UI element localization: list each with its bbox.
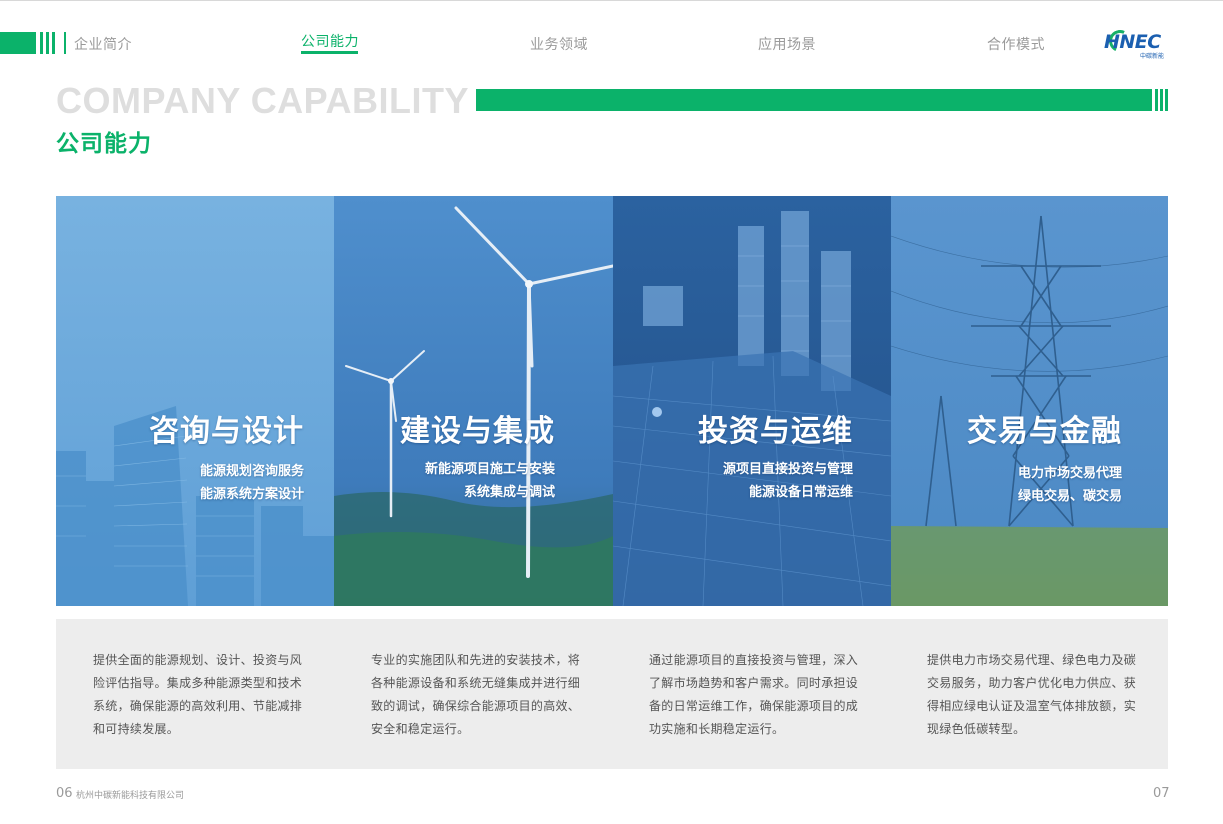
nav-item-company-intro[interactable]: 企业简介 xyxy=(74,34,132,54)
panel-subtitle-line: 源项目直接投资与管理 xyxy=(722,462,853,477)
capability-panel-consulting: 咨询与设计 能源规划咨询服务 能源系统方案设计 xyxy=(56,196,334,606)
nav-item-business-areas[interactable]: 业务领域 xyxy=(530,34,588,54)
page-number-right: 07 xyxy=(1153,786,1170,801)
footer-company-name: 杭州中碳新能科技有限公司 xyxy=(76,791,185,801)
panel-title: 交易与金融 xyxy=(967,414,1122,449)
nav-accent-stripe xyxy=(52,32,55,54)
panel-subtitle-line: 能源规划咨询服务 xyxy=(199,464,304,479)
top-divider xyxy=(0,0,1223,1)
nav-active-underline xyxy=(301,51,358,54)
wind-turbine-image xyxy=(334,196,613,606)
panel-subtitle-lines: 能源规划咨询服务 能源系统方案设计 xyxy=(200,460,304,506)
panel-title: 投资与运维 xyxy=(698,414,853,449)
solar-city-image xyxy=(613,196,891,606)
panel-title: 咨询与设计 xyxy=(149,414,304,449)
nav-item-cooperation-mode[interactable]: 合作模式 xyxy=(987,34,1045,54)
city-buildings-image xyxy=(56,196,334,606)
panel-subtitle-line: 系统集成与调试 xyxy=(463,485,555,500)
page-number-left: 06 xyxy=(56,786,73,801)
panel-subtitle-line: 新能源项目施工与安装 xyxy=(424,462,555,477)
logo-text: HNEC xyxy=(1104,31,1161,53)
heading-accent-stripe xyxy=(1165,89,1168,111)
panel-description: 通过能源项目的直接投资与管理，深入了解市场趋势和客户需求。同时承担设备的日常运维… xyxy=(649,653,859,736)
panel-subtitle-line: 电力市场交易代理 xyxy=(1017,466,1122,481)
nav-accent-stripe xyxy=(40,32,43,54)
panel-description: 提供电力市场交易代理、绿色电力及碳交易服务，助力客户优化电力供应、获得相应绿电认… xyxy=(927,653,1137,736)
capability-panel-trading: 交易与金融 电力市场交易代理 绿电交易、碳交易 xyxy=(891,196,1168,606)
heading-accent-bar xyxy=(476,89,1152,111)
capability-panel-construction: 建设与集成 新能源项目施工与安装 系统集成与调试 xyxy=(334,196,613,606)
power-tower-image xyxy=(891,196,1168,606)
heading-accent-stripe xyxy=(1160,89,1163,111)
panel-subtitle-lines: 源项目直接投资与管理 能源设备日常运维 xyxy=(723,458,853,504)
nav-item-application-scenarios[interactable]: 应用场景 xyxy=(758,34,816,54)
panel-subtitle-line: 能源系统方案设计 xyxy=(199,487,304,502)
panel-title: 建设与集成 xyxy=(400,414,555,449)
nav-accent-stripe xyxy=(46,32,49,54)
panel-description: 提供全面的能源规划、设计、投资与风险评估指导。集成多种能源类型和技术系统，确保能… xyxy=(93,653,303,736)
logo-subtitle: 中碳新能 xyxy=(1140,53,1165,60)
heading-accent-stripe xyxy=(1155,89,1158,111)
panel-subtitle-lines: 电力市场交易代理 绿电交易、碳交易 xyxy=(1018,462,1122,508)
capability-panel-investment: 投资与运维 源项目直接投资与管理 能源设备日常运维 xyxy=(613,196,891,606)
page-title: 公司能力 xyxy=(56,131,152,157)
panel-subtitle-line: 能源设备日常运维 xyxy=(748,485,853,500)
panel-description: 专业的实施团队和先进的安装技术，将各种能源设备和系统无缝集成并进行细致的调试，确… xyxy=(371,653,581,736)
panel-subtitle-line: 绿电交易、碳交易 xyxy=(1017,489,1122,504)
page-title-english: COMPANY CAPABILITY xyxy=(56,80,470,121)
nav-separator xyxy=(64,32,66,54)
hnec-logo[interactable]: HNEC 中碳新能 xyxy=(1104,26,1170,60)
panel-subtitle-lines: 新能源项目施工与安装 系统集成与调试 xyxy=(425,458,555,504)
nav-accent-bar xyxy=(0,32,36,54)
nav-item-company-capability[interactable]: 公司能力 xyxy=(301,31,359,51)
